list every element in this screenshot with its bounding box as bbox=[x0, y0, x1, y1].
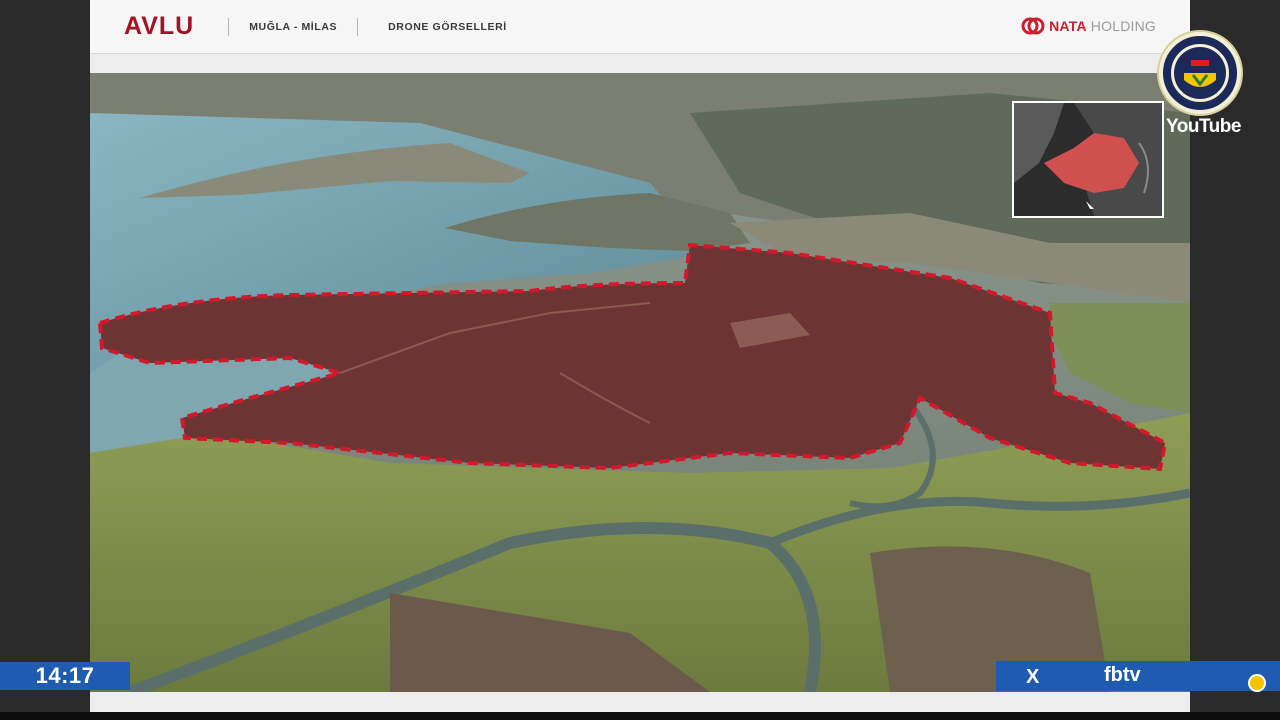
channel-badge-label: YouTube bbox=[1166, 116, 1241, 137]
brand-logo: AVLU bbox=[124, 12, 195, 40]
company-name-strong: NATA bbox=[1049, 18, 1087, 34]
bottom-strip bbox=[0, 712, 1280, 720]
presentation-slide: AVLU MUĞLA - MİLAS DRONE GÖRSELLERİ NATA… bbox=[90, 0, 1190, 712]
company-logo: NATA HOLDING bbox=[1021, 14, 1156, 38]
header-divider bbox=[228, 17, 230, 36]
locator-map-icon bbox=[1014, 103, 1162, 216]
fenerbahce-mini-icon bbox=[1248, 674, 1266, 692]
company-name: NATA HOLDING bbox=[1049, 18, 1156, 34]
slide-header: AVLU MUĞLA - MİLAS DRONE GÖRSELLERİ NATA… bbox=[90, 0, 1190, 54]
header-divider bbox=[357, 17, 359, 36]
nata-logo-icon bbox=[1021, 17, 1045, 35]
fenerbahce-badge-icon bbox=[1157, 30, 1243, 116]
x-icon: X bbox=[1026, 666, 1040, 688]
broadcast-clock: 14:17 bbox=[0, 662, 130, 690]
company-name-rest: HOLDING bbox=[1086, 18, 1156, 34]
drone-photo bbox=[90, 73, 1190, 692]
section-label: DRONE GÖRSELLERİ bbox=[388, 20, 507, 33]
location-label: MUĞLA - MİLAS bbox=[249, 20, 338, 33]
left-frame-bar bbox=[0, 0, 90, 720]
locator-map bbox=[1012, 101, 1164, 218]
channel-name: fbtv bbox=[1104, 664, 1141, 686]
channel-bar: X fbtv bbox=[996, 661, 1280, 692]
